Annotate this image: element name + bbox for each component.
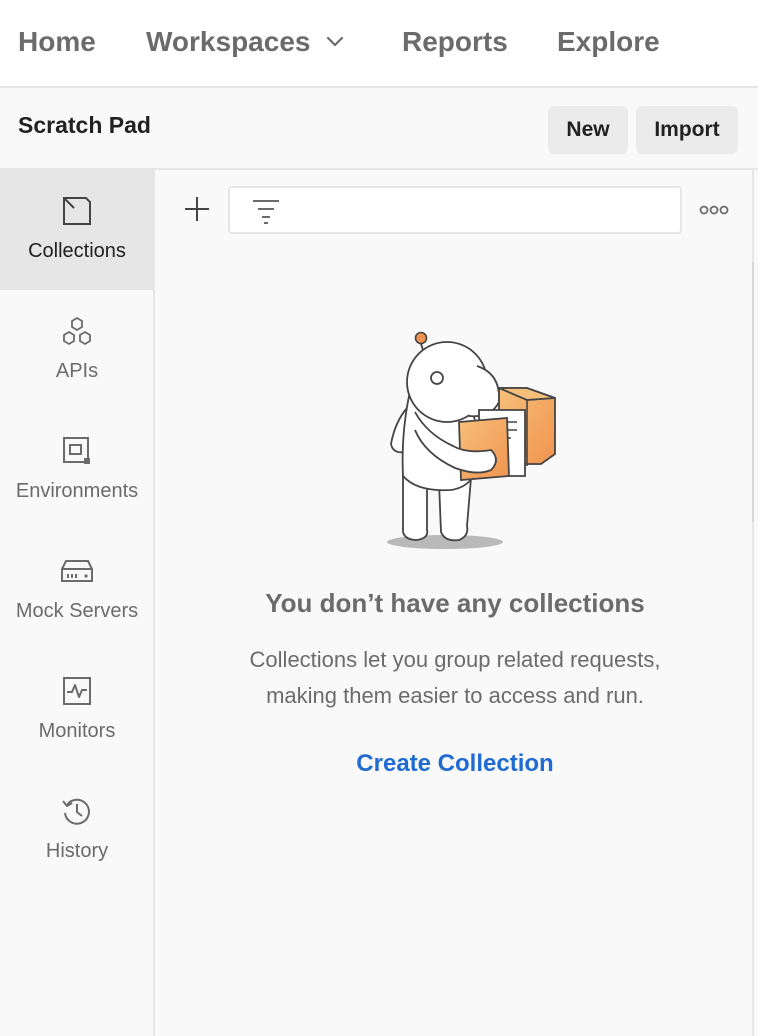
sidebar-item-collections[interactable]: Collections: [0, 170, 154, 290]
plus-icon: [184, 196, 210, 227]
mock-servers-icon: [0, 554, 154, 588]
nav-workspaces[interactable]: Workspaces: [146, 24, 344, 60]
nav-reports[interactable]: Reports: [402, 24, 508, 60]
sidebar-item-label: Collections: [28, 240, 126, 262]
empty-state-description-line: Collections let you group related reques…: [249, 647, 661, 672]
nav-explore[interactable]: Explore: [557, 24, 660, 60]
sidebar-item-label: Mock Servers: [15, 600, 139, 622]
more-options-button[interactable]: [694, 196, 734, 226]
sidebar-item-label: Environments: [15, 480, 139, 502]
nav-explore-label: Explore: [557, 26, 660, 57]
nav-home-label: Home: [18, 26, 96, 57]
import-button[interactable]: Import: [636, 106, 738, 154]
nav-reports-label: Reports: [402, 26, 508, 57]
environments-icon: [0, 434, 154, 468]
nav-home[interactable]: Home: [18, 24, 96, 60]
more-horizontal-icon: [699, 202, 729, 220]
sidebar-item-label: APIs: [55, 360, 99, 382]
workspace-title: Scratch Pad: [18, 112, 151, 138]
sidebar: Collections APIs Environments Mock Serve…: [0, 170, 155, 1036]
sidebar-item-label: Monitors: [38, 720, 116, 742]
sidebar-item-monitors[interactable]: Monitors: [0, 650, 154, 770]
add-collection-button[interactable]: [180, 194, 214, 228]
collections-panel: You don’t have any collections Collectio…: [156, 170, 752, 1036]
empty-state-description: Collections let you group related reques…: [156, 642, 754, 714]
divider: [752, 262, 756, 522]
sidebar-item-environments[interactable]: Environments: [0, 410, 154, 530]
create-collection-link[interactable]: Create Collection: [156, 750, 754, 778]
history-icon: [0, 794, 154, 828]
top-navigation: Home Workspaces Reports Explore: [0, 0, 758, 88]
right-panel-edge: [752, 170, 758, 1036]
collections-icon: [0, 194, 154, 228]
workspace-header: Scratch Pad New Import: [0, 90, 758, 170]
empty-state-title: You don’t have any collections: [265, 588, 645, 618]
search-input[interactable]: [294, 194, 670, 228]
filter-icon: [250, 197, 282, 225]
sidebar-item-label: History: [45, 840, 109, 862]
search-field[interactable]: [228, 186, 682, 234]
empty-state-description-line: making them easier to access and run.: [266, 683, 644, 708]
monitors-icon: [0, 674, 154, 708]
new-button[interactable]: New: [548, 106, 628, 154]
astronaut-carrying-box-illustration: [381, 326, 561, 552]
sidebar-item-mock-servers[interactable]: Mock Servers: [0, 530, 154, 650]
apis-icon: [0, 314, 154, 348]
nav-workspaces-label: Workspaces: [146, 26, 311, 57]
chevron-down-icon: [326, 36, 344, 48]
sidebar-item-history[interactable]: History: [0, 770, 154, 890]
sidebar-item-apis[interactable]: APIs: [0, 290, 154, 410]
